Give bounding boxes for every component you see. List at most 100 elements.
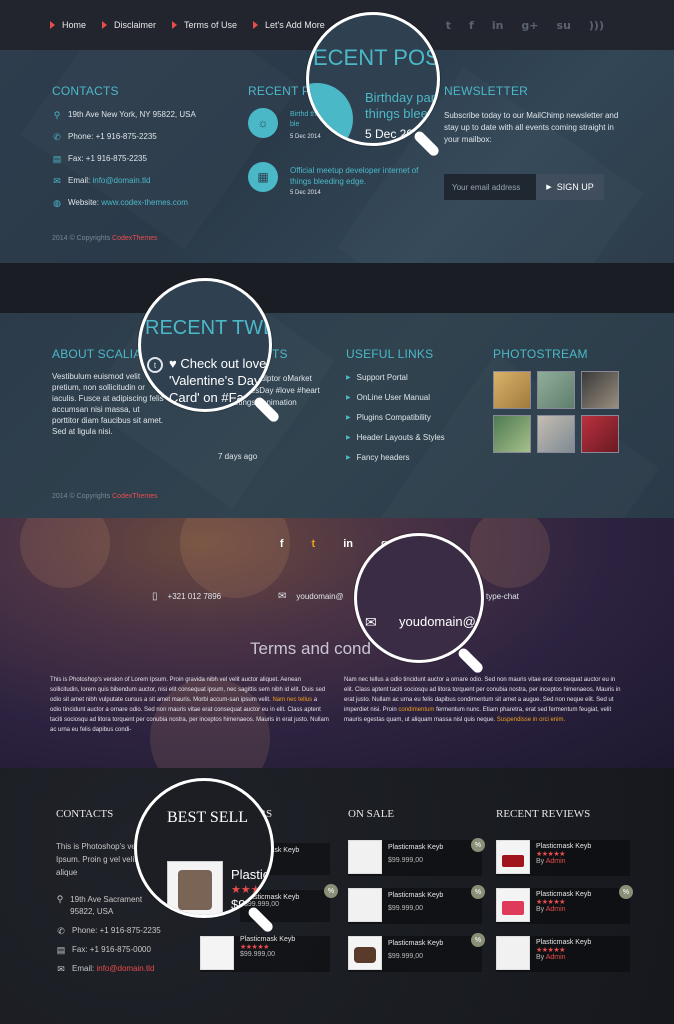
social-row: f t in g+: [0, 538, 674, 550]
photostream-title: PHOTOSTREAM: [493, 347, 588, 361]
product-thumb: [496, 888, 530, 922]
twitter-icon[interactable]: t: [446, 19, 451, 32]
arrow-icon: [50, 21, 55, 29]
phone-text: Phone: +1 916-875-2235: [72, 926, 161, 935]
review-author[interactable]: Admin: [546, 858, 566, 865]
shoe-image: [502, 901, 524, 915]
magnified-post-date: 5 Dec 201: [365, 127, 420, 141]
link-item[interactable]: ▶ Header Layouts & Styles: [346, 433, 445, 443]
review-card[interactable]: Plasticmask Keyb ★★★★★ By Admin: [496, 840, 630, 876]
magnifier-email: ✉ youdomain@: [354, 533, 484, 663]
product-thumb: [348, 936, 382, 970]
website-link[interactable]: www.codex-themes.com: [101, 198, 188, 208]
linkedin-icon[interactable]: in: [343, 538, 353, 550]
link-label: Fancy headers: [356, 453, 410, 462]
phone-icon: ✆: [53, 132, 61, 142]
caret-icon: ▶: [346, 435, 351, 441]
photo-thumb[interactable]: [493, 415, 531, 453]
review-card[interactable]: Plasticmask Keyb ★★★★★ By Admin: [496, 888, 630, 924]
tweet-time: 7 days ago: [218, 452, 258, 461]
product-name: Plasticmask Keyb: [240, 936, 296, 943]
website-label: Website:: [68, 198, 99, 207]
review-card[interactable]: Plasticmask Keyb ★★★★★ By Admin: [496, 936, 630, 972]
product-info: Plasticmask Keyb ★★★★★ $99.999,00: [234, 936, 295, 958]
facebook-icon[interactable]: f: [469, 19, 474, 32]
product-name: Plasticmask Keyb: [388, 940, 444, 947]
magnified-email: youdomain@: [399, 614, 476, 629]
nav-label: Let's Add More: [265, 20, 325, 30]
magnified-stars: ★★★★★: [231, 884, 271, 896]
location-icon: ⚲: [53, 110, 61, 120]
nav-terms[interactable]: Terms of Use: [172, 20, 237, 30]
mobile-icon: ▯: [152, 591, 158, 602]
photo-thumb[interactable]: [537, 371, 575, 409]
mail-icon: ✉: [278, 591, 287, 602]
nav-home[interactable]: Home: [50, 20, 86, 30]
nav-label: Terms of Use: [184, 20, 238, 30]
terms-link[interactable]: Nam nec tellus: [272, 697, 312, 703]
nav-more[interactable]: Let's Add More: [253, 20, 325, 30]
photo-thumb[interactable]: [493, 371, 531, 409]
facebook-icon[interactable]: f: [280, 538, 284, 550]
photo-thumb[interactable]: [537, 415, 575, 453]
review-author[interactable]: Admin: [546, 954, 566, 961]
terms-link[interactable]: condimentum: [398, 707, 434, 713]
photo-thumb[interactable]: [581, 415, 619, 453]
sale-card[interactable]: Plasticmask Keyb $99.999,00: [348, 936, 482, 972]
copyright: 2014 © Copyrights CodexThemes: [52, 493, 158, 500]
contact-email: ✉ Email: info@domain.tld: [52, 176, 150, 186]
terms-link[interactable]: Suspendisse in orci enim.: [497, 717, 565, 723]
email-label: Email:: [68, 176, 91, 185]
sale-card[interactable]: Plasticmask Keyb $99.999,00: [348, 888, 482, 924]
product-price: $99.999,00: [388, 905, 424, 912]
magnified-tweets-title: RECENT TWEE: [145, 317, 269, 339]
post2-title[interactable]: Official meetup developer internet of th…: [290, 165, 435, 187]
phone-text: +321 012 7896: [167, 592, 222, 601]
globe-icon: ◍: [53, 198, 61, 208]
recent-reviews-title: RECENT REVIEWS: [496, 808, 591, 820]
caret-icon: ▶: [346, 395, 351, 401]
signup-button[interactable]: ▶ SIGN UP: [536, 174, 604, 200]
link-item[interactable]: ▶ Support Portal: [346, 373, 445, 383]
link-item[interactable]: ▶ Plugins Compatibility: [346, 413, 445, 423]
photo-thumb[interactable]: [581, 371, 619, 409]
contact-phone: ✆ Phone: +1 916-875-2235: [56, 926, 161, 936]
bokeh-light: [20, 518, 110, 588]
best-seller-card[interactable]: Plasticmask Keyb ★★★★★ $99.999,00: [200, 936, 330, 972]
email-link[interactable]: info@domain.tld: [96, 964, 154, 974]
link-item[interactable]: ▶ OnLine User Manual: [346, 393, 445, 403]
copyright-brand[interactable]: CodexThemes: [112, 235, 158, 242]
sale-badge: %: [324, 884, 338, 898]
fax-text: Fax: +1 916-875-0000: [72, 945, 151, 954]
sale-badge: %: [471, 933, 485, 947]
on-sale-title: ON SALE: [348, 808, 395, 820]
product-info: Plasticmask Keyb ★★★★★ By Admin: [530, 840, 597, 868]
copyright-text: 2014 © Copyrights: [52, 235, 111, 242]
googleplus-icon[interactable]: g+: [521, 19, 538, 32]
copyright-brand[interactable]: CodexThemes: [112, 493, 158, 500]
product-info: Plasticmask Keyb $99.999,00: [382, 936, 449, 964]
by-label: By: [536, 906, 545, 913]
contact-skype[interactable]: type-chat: [486, 592, 519, 602]
signup-label: SIGN UP: [556, 182, 594, 192]
twitter-icon[interactable]: t: [312, 538, 316, 550]
sale-card[interactable]: Plasticmask Keyb $99.999,00: [348, 840, 482, 876]
newsletter-email-input[interactable]: Your email address: [444, 174, 536, 200]
terms-title: Terms and cond: [250, 639, 371, 658]
arrow-icon: [102, 21, 108, 29]
rss-icon[interactable]: ))): [589, 19, 604, 32]
linkedin-icon[interactable]: in: [492, 19, 504, 32]
link-item[interactable]: ▶ Fancy headers: [346, 453, 445, 463]
nav-disclaimer[interactable]: Disclaimer: [102, 20, 156, 30]
contact-address: ⚲ 19th Ave Sacrament 95822, USA: [56, 894, 166, 918]
email-text[interactable]: youdomain@: [296, 592, 343, 602]
terms-col-1: This is Photoshop's version of Lorem Ips…: [50, 675, 330, 735]
stumbleupon-icon[interactable]: su: [557, 19, 571, 32]
link-label: Plugins Compatibility: [356, 413, 431, 422]
review-author[interactable]: Admin: [546, 906, 566, 913]
product-name: Plasticmask Keyb: [388, 892, 444, 899]
twitter-icon: t: [147, 357, 163, 373]
email-link[interactable]: info@domain.tld: [92, 176, 150, 186]
copyright-text: 2014 © Copyrights: [52, 493, 111, 500]
post2-date: 5 Dec 2014: [290, 190, 321, 196]
